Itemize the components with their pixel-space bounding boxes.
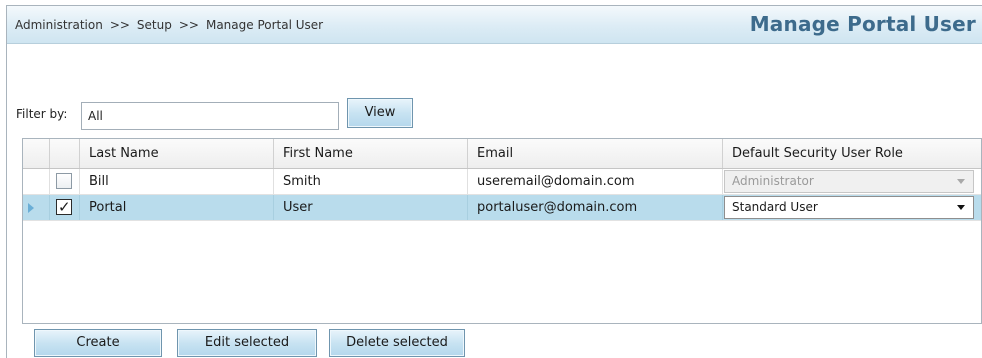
header-select-cell (50, 139, 80, 168)
role-select-value: Administrator (732, 174, 814, 188)
row-indicator-cell (23, 169, 50, 194)
column-header-email[interactable]: Email (468, 139, 723, 168)
column-header-last-name[interactable]: Last Name (80, 139, 274, 168)
grid-header: Last Name First Name Email Default Secur… (23, 139, 981, 169)
breadcrumb: Administration >> Setup >> Manage Portal Use… (15, 18, 323, 32)
cell-role: Administrator (723, 169, 981, 194)
page-title: Manage Portal User (749, 12, 976, 36)
breadcrumb-item-setup[interactable]: Setup (137, 18, 172, 32)
cell-first-name: User (274, 195, 468, 220)
table-row[interactable]: ✓ Portal User portaluser@domain.com Stan… (23, 195, 981, 221)
view-button[interactable]: View (347, 98, 413, 128)
row-select-cell (50, 169, 80, 194)
role-select-value: Standard User (732, 200, 818, 214)
row-checkbox[interactable]: ✓ (56, 198, 72, 216)
cell-email: useremail@domain.com (468, 169, 723, 194)
role-select[interactable]: Standard User (724, 196, 974, 219)
app-window: Administration >> Setup >> Manage Portal Use… (6, 5, 982, 358)
cell-role: Standard User (723, 195, 981, 220)
breadcrumb-item-current: Manage Portal User (205, 18, 324, 32)
cell-email: portaluser@domain.com (468, 195, 723, 220)
breadcrumb-separator: >> (178, 18, 199, 32)
page-header: Administration >> Setup >> Manage Portal Use… (7, 6, 982, 44)
check-icon: ✓ (58, 198, 71, 216)
edit-selected-button[interactable]: Edit selected (177, 329, 317, 357)
filter-label: Filter by: (16, 107, 68, 121)
cell-first-name: Smith (274, 169, 468, 194)
row-select-cell: ✓ (50, 195, 80, 220)
chevron-down-icon (957, 179, 965, 184)
users-grid: Last Name First Name Email Default Secur… (22, 138, 982, 324)
header-indicator-cell (23, 139, 50, 168)
chevron-down-icon (957, 205, 965, 210)
cell-last-name: Portal (80, 195, 274, 220)
delete-selected-button[interactable]: Delete selected (329, 329, 465, 357)
breadcrumb-item-administration[interactable]: Administration (15, 18, 103, 32)
create-button[interactable]: Create (34, 329, 162, 357)
table-row[interactable]: Bill Smith useremail@domain.com Administ… (23, 169, 981, 195)
triangle-right-icon (28, 203, 34, 213)
row-indicator-cell (23, 195, 50, 220)
column-header-first-name[interactable]: First Name (274, 139, 468, 168)
filter-input[interactable] (81, 102, 339, 130)
column-header-role[interactable]: Default Security User Role (723, 139, 981, 168)
role-select[interactable]: Administrator (724, 170, 974, 193)
row-checkbox[interactable] (56, 173, 72, 189)
cell-last-name: Bill (80, 169, 274, 194)
breadcrumb-separator: >> (109, 18, 130, 32)
